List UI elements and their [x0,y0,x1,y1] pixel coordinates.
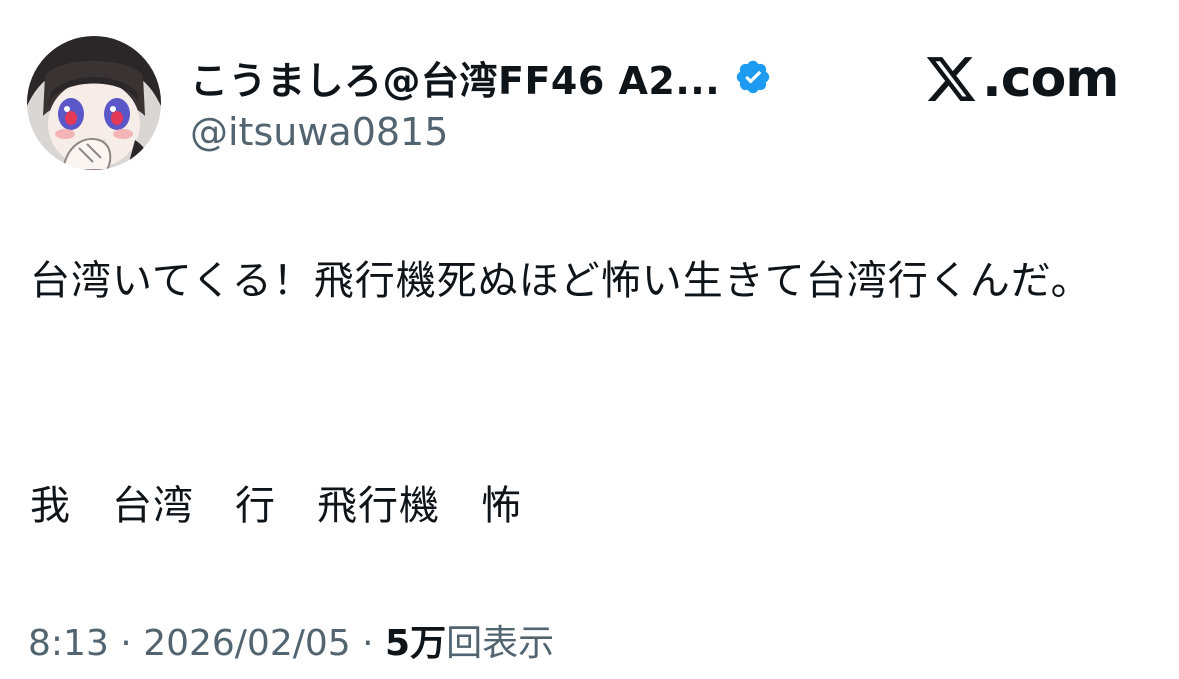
views-count: 5万 [385,623,447,664]
verified-badge-icon[interactable] [734,58,772,96]
tweet-text: 台湾いてくる！飛行機死ぬほど怖い生きて台湾行くんだ。 [30,258,1092,304]
x-logo-icon [926,57,976,101]
avatar[interactable] [27,36,161,170]
tweet-meta: 8:13 · 2026/02/05 · 5万回表示 [28,616,554,672]
author-handle[interactable]: @itsuwa0815 [190,110,448,154]
brand-domain: .com [982,49,1119,109]
meta-separator: · [108,623,144,664]
meta-separator: · [350,623,386,664]
brand-logo: .com [922,48,1119,110]
tweet-keywords: 我 台湾 行 飛行機 怖 [30,483,522,529]
views-label: 回表示 [446,623,555,664]
author-name-row: こうましろ@台湾FF46 A2... [190,50,772,105]
author-display-name[interactable]: こうましろ@台湾FF46 A2... [190,50,720,105]
tweet-time[interactable]: 8:13 [28,623,109,664]
tweet-date[interactable]: 2026/02/05 [143,623,351,664]
